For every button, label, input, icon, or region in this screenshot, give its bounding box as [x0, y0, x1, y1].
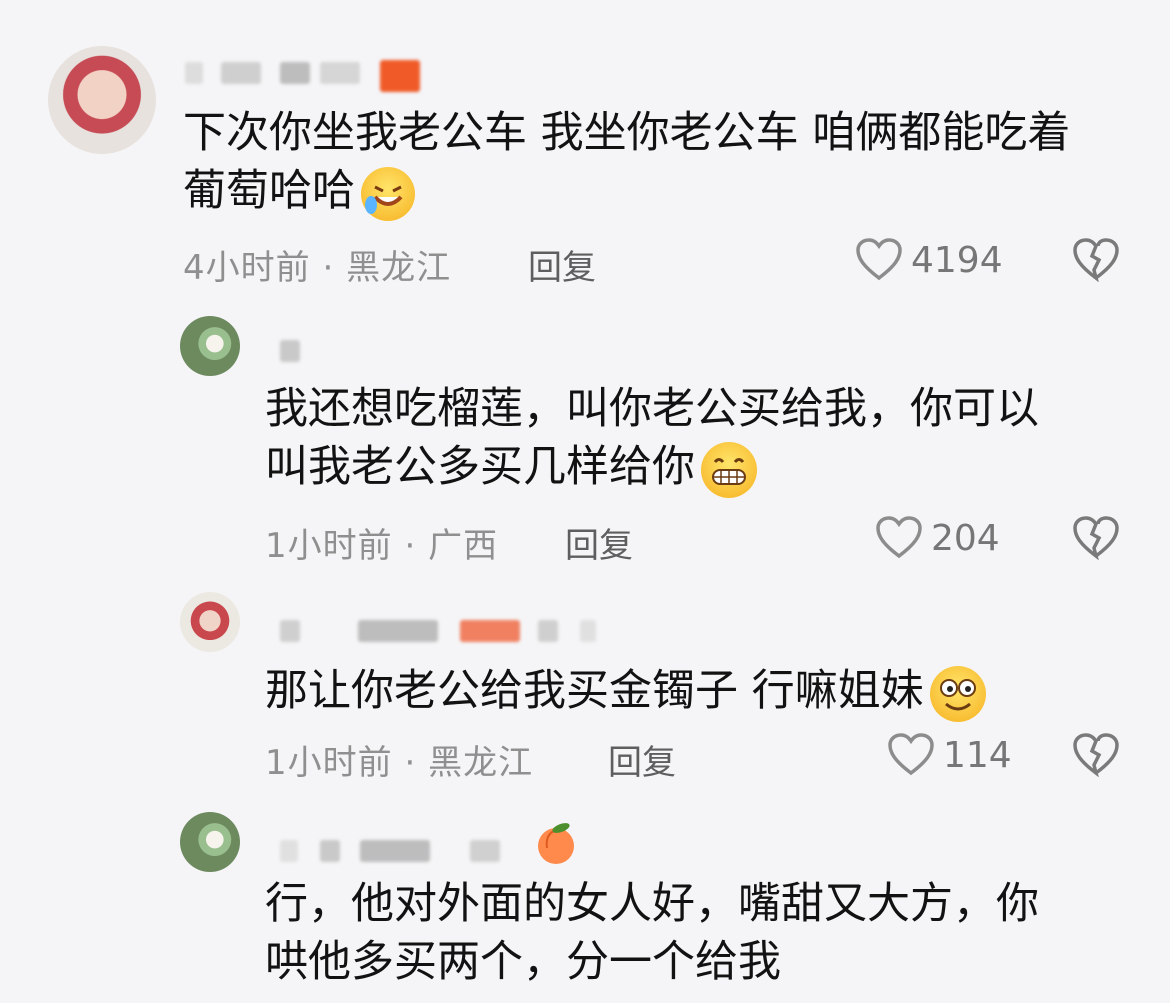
commenter-avatar[interactable] — [180, 316, 240, 376]
reply-button[interactable]: 回复 — [528, 240, 596, 289]
like-count: 4194 — [911, 239, 1003, 281]
broken-heart-icon — [1073, 238, 1119, 283]
comment-meta: 4小时前 · 黑龙江 — [183, 248, 452, 288]
comment-4: 行，他对外面的女人好，嘴甜又大方，你 哄他多买两个，分一个给我 — [0, 800, 1170, 1003]
comment-2: 我还想吃榴莲，叫你老公买给我，你可以 叫我老公多买几样给你 1小时前 · 广西 … — [0, 300, 1170, 580]
broken-heart-icon — [1073, 733, 1119, 778]
commenter-avatar[interactable] — [48, 46, 156, 154]
like-button[interactable]: 204 — [875, 516, 1000, 560]
commenter-avatar[interactable] — [180, 812, 240, 872]
username-blurred[interactable] — [185, 60, 435, 92]
comment-text: 那让你老公给我买金镯子 行嘛姐妹 — [265, 662, 1145, 722]
comment-text: 我还想吃榴莲，叫你老公买给我，你可以 叫我老公多买几样给你 — [265, 380, 1145, 498]
like-button[interactable]: 4194 — [855, 238, 1003, 282]
username-blurred[interactable] — [280, 620, 610, 642]
reply-button[interactable]: 回复 — [565, 518, 633, 567]
dislike-button[interactable] — [1072, 516, 1120, 564]
heart-icon — [856, 238, 902, 281]
comment-text: 下次你坐我老公车 我坐你老公车 咱俩都能吃着 葡萄哈哈 — [183, 104, 1133, 221]
goofy-face-icon — [929, 665, 986, 722]
peach-icon — [538, 823, 574, 864]
grin-face-icon — [701, 441, 757, 498]
like-count: 204 — [931, 517, 1000, 559]
reply-button[interactable]: 回复 — [608, 735, 676, 784]
username-blurred[interactable] — [280, 340, 310, 362]
rofl-face-icon — [361, 166, 415, 221]
dislike-button[interactable] — [1072, 733, 1120, 781]
broken-heart-icon — [1073, 516, 1119, 561]
comment-1: 下次你坐我老公车 我坐你老公车 咱俩都能吃着 葡萄哈哈 4小时前 · 黑龙江 回… — [0, 0, 1170, 300]
commenter-avatar[interactable] — [180, 592, 240, 652]
comment-meta: 1小时前 · 广西 — [265, 526, 499, 566]
heart-icon — [876, 516, 922, 559]
comment-meta: 1小时前 · 黑龙江 — [265, 743, 534, 783]
username-blurred[interactable] — [280, 840, 520, 862]
heart-icon — [888, 733, 934, 776]
comment-3: 那让你老公给我买金镯子 行嘛姐妹 1小时前 · 黑龙江 回复 114 — [0, 580, 1170, 800]
comment-text: 行，他对外面的女人好，嘴甜又大方，你 哄他多买两个，分一个给我 — [265, 879, 1039, 987]
like-count: 114 — [943, 734, 1012, 776]
dislike-button[interactable] — [1072, 238, 1120, 286]
like-button[interactable]: 114 — [887, 733, 1012, 777]
